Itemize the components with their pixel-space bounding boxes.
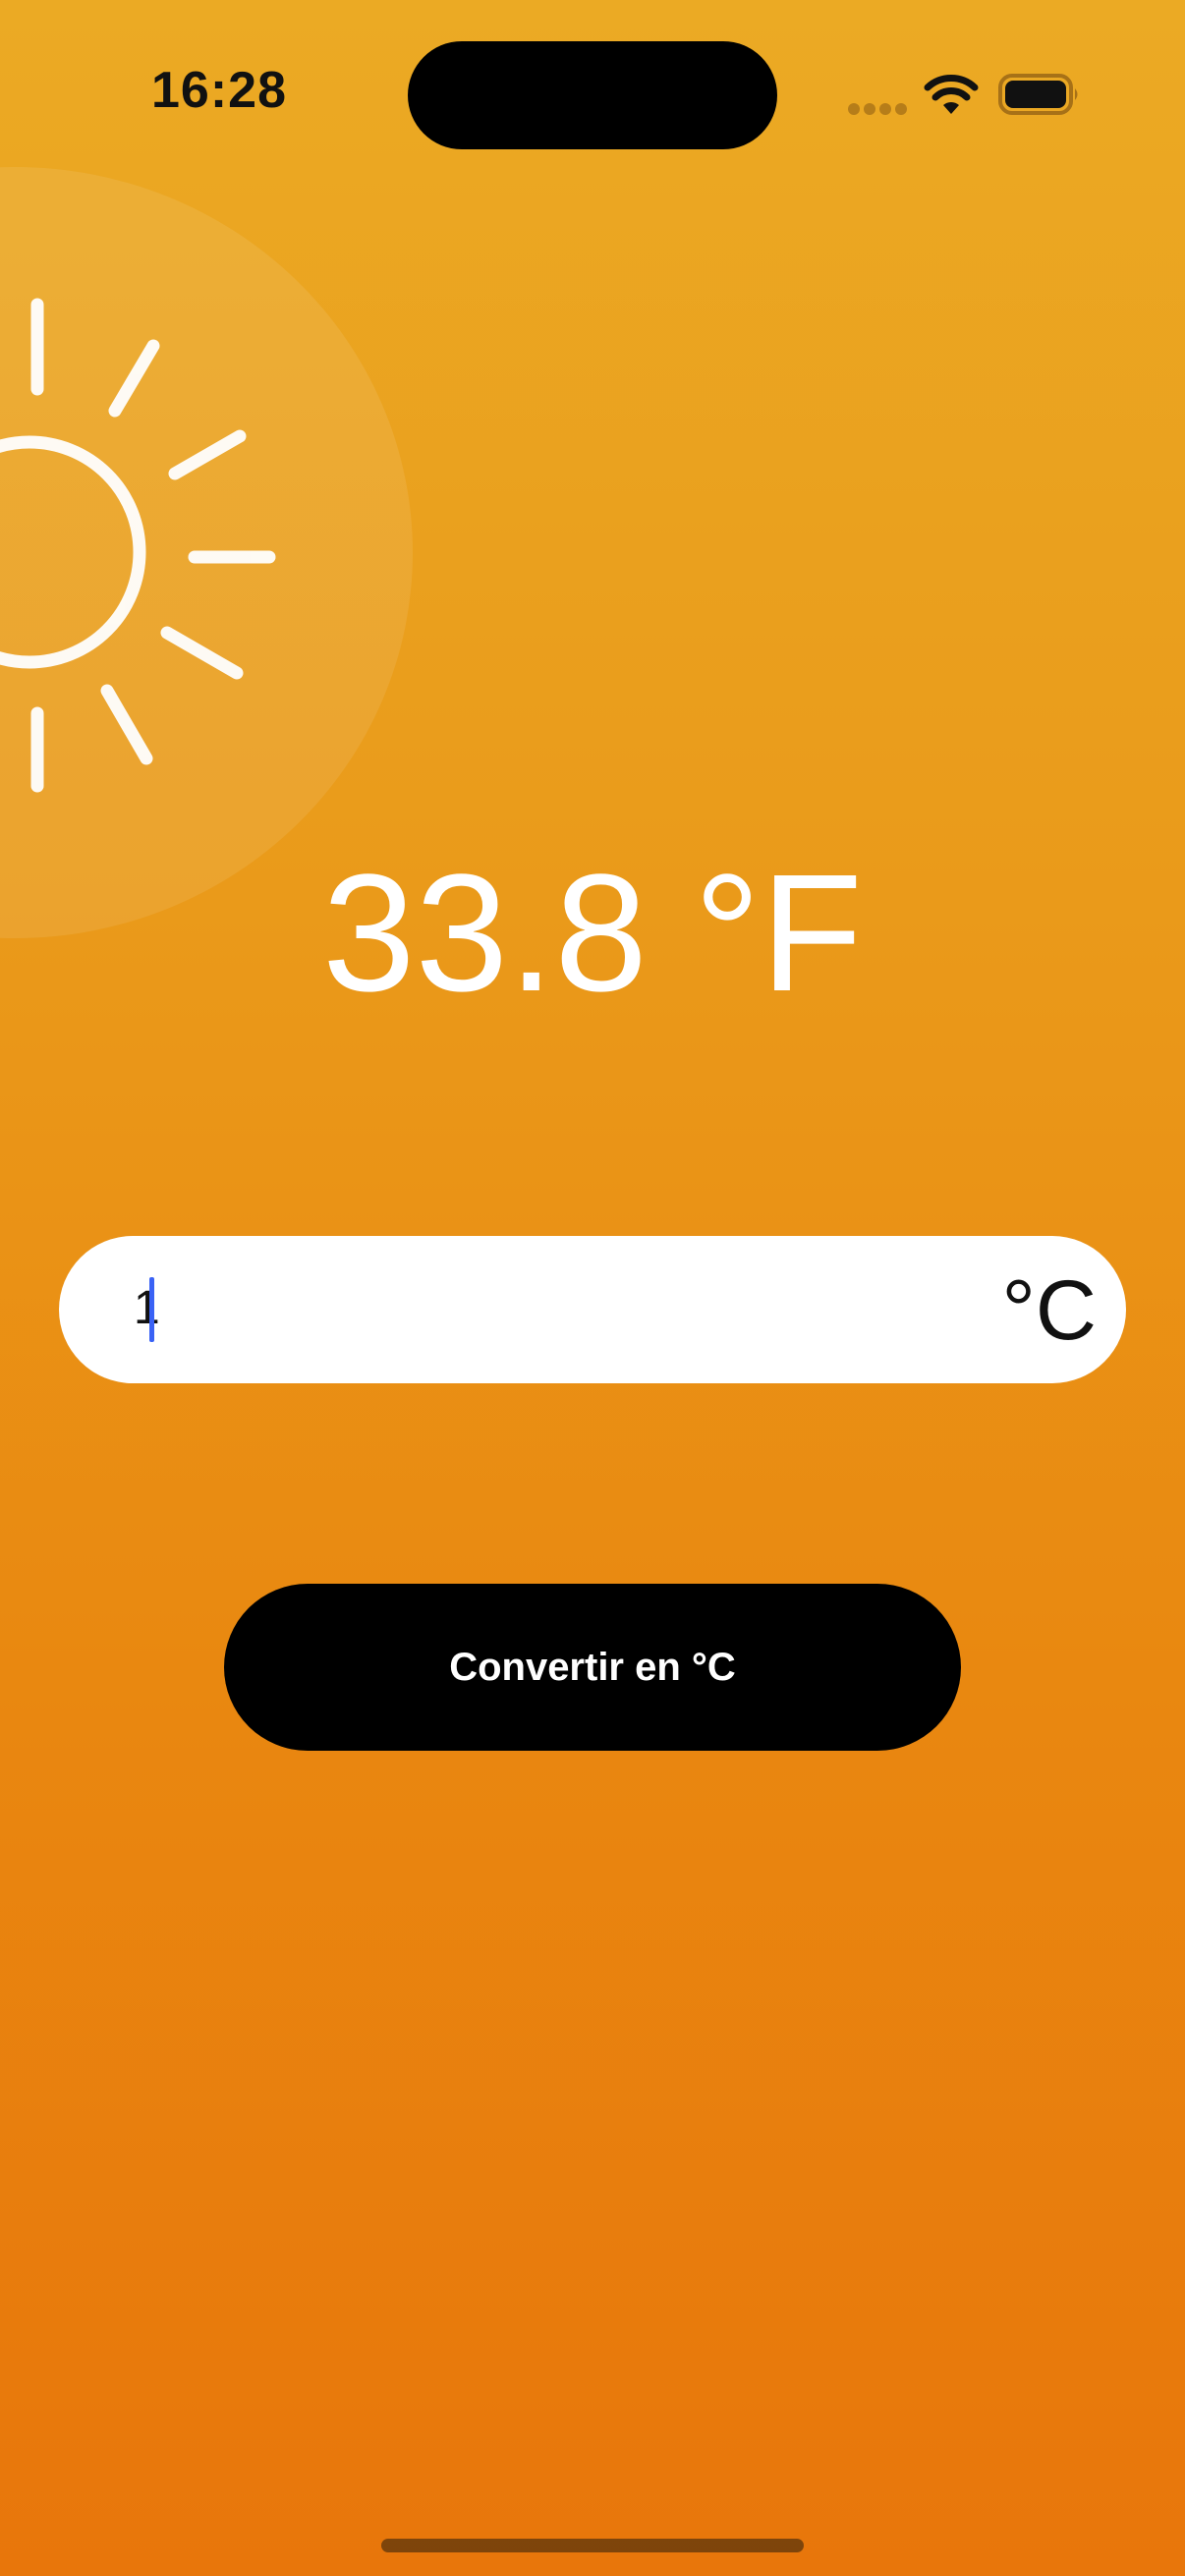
- result-temperature: 33.8 °F: [322, 840, 863, 1027]
- sun-icon: [0, 298, 276, 793]
- celsius-input[interactable]: 1 °C: [59, 1236, 1126, 1383]
- app-screen: 16:28 33.8 °F 1 °C Convertir en °C: [0, 0, 1185, 2576]
- unit-label: °C: [1001, 1263, 1098, 1358]
- home-indicator[interactable]: [381, 2539, 804, 2552]
- convert-button[interactable]: Convertir en °C: [224, 1584, 961, 1751]
- signal-dots-icon: [848, 103, 907, 115]
- text-cursor: [149, 1277, 154, 1342]
- status-time: 16:28: [151, 62, 287, 119]
- dynamic-island: [408, 41, 777, 149]
- battery-icon: [998, 74, 1078, 115]
- wifi-icon: [924, 75, 979, 114]
- input-value[interactable]: 1: [134, 1279, 160, 1338]
